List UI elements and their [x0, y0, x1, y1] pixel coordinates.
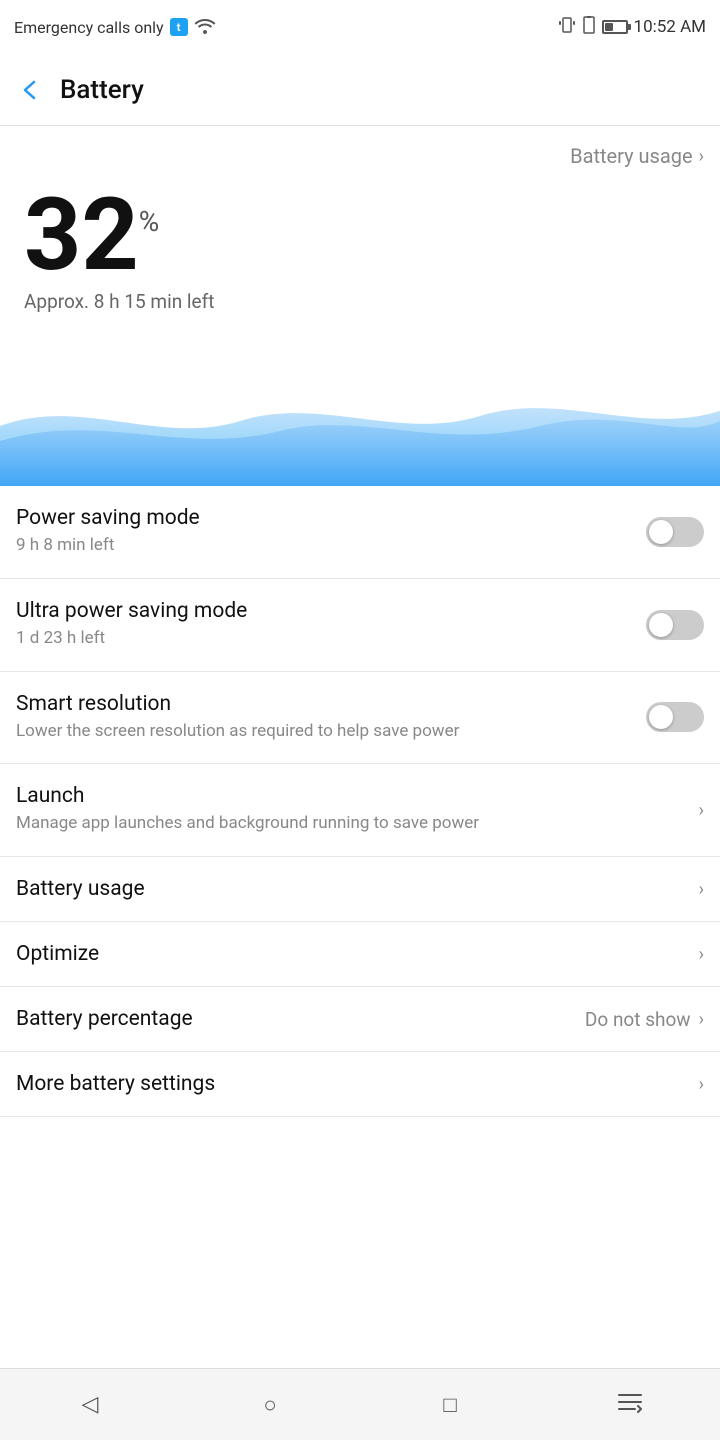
- nav-recents-button[interactable]: □: [425, 1385, 475, 1425]
- ultra-power-saving-title: Ultra power saving mode: [16, 599, 634, 623]
- launch-chevron-icon: ›: [699, 800, 704, 821]
- settings-item-smart-resolution[interactable]: Smart resolution Lower the screen resolu…: [0, 672, 720, 765]
- battery-usage-header-link[interactable]: Battery usage ›: [0, 126, 720, 176]
- battery-wave-visual: [0, 366, 720, 486]
- settings-item-left: Optimize: [16, 942, 699, 966]
- page-title: Battery: [60, 75, 144, 105]
- launch-subtitle: Manage app launches and background runni…: [16, 812, 687, 836]
- settings-item-right: [646, 610, 704, 640]
- settings-list: Power saving mode 9 h 8 min left Ultra p…: [0, 486, 720, 1368]
- ultra-power-saving-subtitle: 1 d 23 h left: [16, 627, 634, 651]
- settings-item-ultra-power-saving[interactable]: Ultra power saving mode 1 d 23 h left: [0, 579, 720, 672]
- battery-usage-link-text: Battery usage: [570, 144, 692, 168]
- more-battery-settings-title: More battery settings: [16, 1072, 687, 1096]
- settings-item-more-battery-settings[interactable]: More battery settings ›: [0, 1052, 720, 1117]
- settings-item-right: Do not show ›: [585, 1008, 704, 1031]
- nav-home-icon: ○: [263, 1392, 276, 1418]
- smart-resolution-subtitle: Lower the screen resolution as required …: [16, 720, 634, 744]
- settings-item-right: [646, 517, 704, 547]
- wifi-icon: [194, 16, 216, 38]
- percent-symbol: %: [139, 208, 160, 236]
- settings-item-right: ›: [699, 944, 704, 965]
- time-display: 10:52 AM: [634, 17, 706, 37]
- emergency-calls-text: Emergency calls only: [14, 18, 164, 37]
- settings-item-left: Ultra power saving mode 1 d 23 h left: [16, 599, 646, 651]
- battery-percent-display: 32 %: [24, 186, 696, 286]
- power-saving-mode-toggle[interactable]: [646, 517, 704, 547]
- vibrate-icon: [558, 16, 576, 38]
- launch-title: Launch: [16, 784, 687, 808]
- ultra-power-saving-toggle[interactable]: [646, 610, 704, 640]
- settings-item-left: Smart resolution Lower the screen resolu…: [16, 692, 646, 744]
- optimize-chevron-icon: ›: [699, 944, 704, 965]
- battery-percent-number: 32: [24, 186, 139, 286]
- twitter-icon: t: [170, 18, 188, 36]
- status-right: 10:52 AM: [558, 16, 706, 38]
- settings-item-right: ›: [699, 879, 704, 900]
- battery-percentage-title: Battery percentage: [16, 1007, 573, 1031]
- status-left: Emergency calls only t: [14, 16, 216, 38]
- battery-status-icon: [602, 20, 628, 34]
- nav-recents-icon: □: [443, 1392, 456, 1418]
- more-battery-settings-chevron-icon: ›: [699, 1074, 704, 1095]
- settings-item-left: More battery settings: [16, 1072, 699, 1096]
- power-saving-mode-title: Power saving mode: [16, 506, 634, 530]
- nav-menu-button[interactable]: [605, 1385, 655, 1425]
- charging-icon: [582, 16, 596, 38]
- settings-item-left: Launch Manage app launches and backgroun…: [16, 784, 699, 836]
- nav-home-button[interactable]: ○: [245, 1385, 295, 1425]
- nav-menu-icon: [617, 1391, 643, 1418]
- smart-resolution-toggle[interactable]: [646, 702, 704, 732]
- settings-item-battery-usage[interactable]: Battery usage ›: [0, 857, 720, 922]
- nav-back-icon: ◁: [82, 1392, 99, 1417]
- settings-item-left: Battery usage: [16, 877, 699, 901]
- nav-bar: ◁ ○ □: [0, 1368, 720, 1440]
- settings-item-optimize[interactable]: Optimize ›: [0, 922, 720, 987]
- battery-percentage-value: Do not show: [585, 1008, 691, 1031]
- settings-item-left: Power saving mode 9 h 8 min left: [16, 506, 646, 558]
- back-button[interactable]: [16, 76, 44, 104]
- battery-time-left: Approx. 8 h 15 min left: [24, 290, 696, 313]
- settings-item-right: ›: [699, 800, 704, 821]
- battery-usage-chevron-icon: ›: [699, 146, 704, 167]
- battery-usage-title: Battery usage: [16, 877, 687, 901]
- status-bar: Emergency calls only t: [0, 0, 720, 54]
- optimize-title: Optimize: [16, 942, 687, 966]
- settings-item-right: ›: [699, 1074, 704, 1095]
- battery-display: 32 % Approx. 8 h 15 min left: [0, 176, 720, 376]
- nav-back-button[interactable]: ◁: [65, 1385, 115, 1425]
- settings-item-left: Battery percentage: [16, 1007, 585, 1031]
- settings-item-battery-percentage[interactable]: Battery percentage Do not show ›: [0, 987, 720, 1052]
- power-saving-mode-subtitle: 9 h 8 min left: [16, 534, 634, 558]
- settings-item-right: [646, 702, 704, 732]
- settings-item-power-saving-mode[interactable]: Power saving mode 9 h 8 min left: [0, 486, 720, 579]
- smart-resolution-title: Smart resolution: [16, 692, 634, 716]
- battery-usage-chevron-icon: ›: [699, 879, 704, 900]
- battery-percentage-chevron-icon: ›: [699, 1009, 704, 1030]
- settings-item-launch[interactable]: Launch Manage app launches and backgroun…: [0, 764, 720, 857]
- app-bar: Battery: [0, 54, 720, 126]
